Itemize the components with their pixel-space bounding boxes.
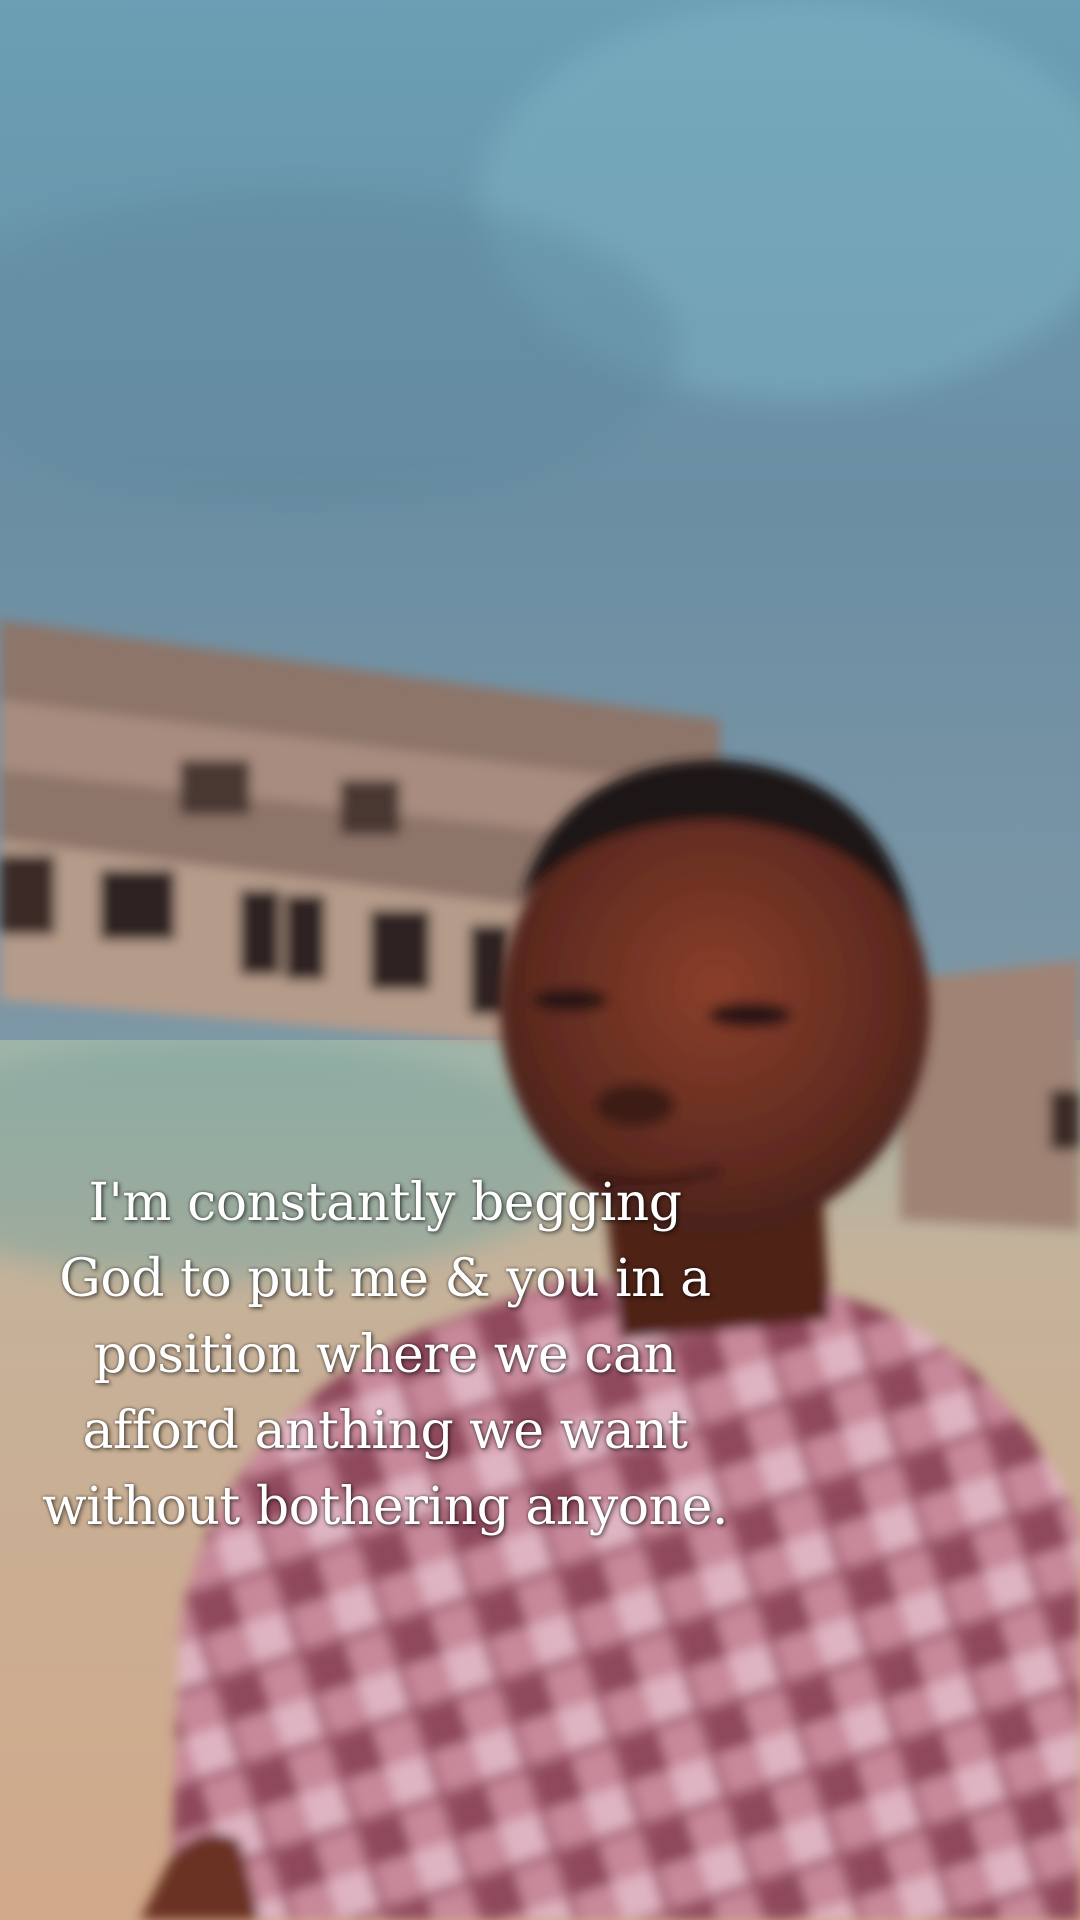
caption-line: afford anthing we want xyxy=(82,1401,688,1461)
photo-background xyxy=(0,0,1080,1920)
caption-text: I'm constantly begging God to put me & y… xyxy=(0,1165,770,1545)
caption-line: without bothering anyone. xyxy=(42,1477,728,1537)
caption-line: God to put me & you in a xyxy=(59,1249,711,1309)
caption-line: position where we can xyxy=(93,1325,677,1385)
selfie-photo: I'm constantly begging God to put me & y… xyxy=(0,0,1080,1920)
caption-line: I'm constantly begging xyxy=(88,1173,682,1233)
